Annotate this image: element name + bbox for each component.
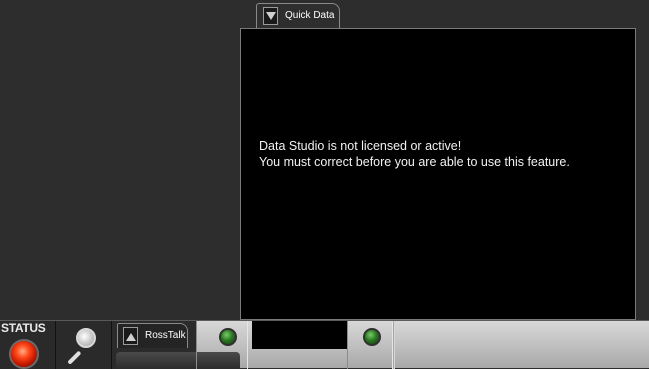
status-section[interactable]: STATUS [0, 321, 56, 369]
led-indicator-icon[interactable] [363, 328, 381, 346]
license-warning-message: Data Studio is not licensed or active! Y… [259, 138, 570, 170]
license-warning-line-2: You must correct before you are able to … [259, 155, 570, 169]
led-cell-2 [347, 321, 393, 369]
license-warning-line-1: Data Studio is not licensed or active! [259, 139, 462, 153]
rosstalk-tab-label: RossTalk [145, 330, 186, 341]
magnifier-icon [76, 328, 96, 348]
bottom-toolbar: STATUS RossTalk [0, 320, 649, 369]
led-cell-1 [196, 321, 248, 369]
tab-quick-data[interactable]: Quick Data [256, 3, 340, 29]
led-indicator-icon[interactable] [219, 328, 237, 346]
toolbar-divider [393, 321, 395, 369]
quick-data-panel: Data Studio is not licensed or active! Y… [240, 28, 636, 320]
black-input-field[interactable] [252, 321, 347, 349]
quick-data-tab-label: Quick Data [285, 10, 335, 21]
collapse-up-arrow-icon[interactable] [123, 327, 138, 345]
status-label: STATUS [1, 321, 46, 335]
status-light-icon[interactable] [9, 339, 39, 369]
search-button[interactable] [56, 321, 112, 369]
tab-rosstalk[interactable]: RossTalk [117, 323, 188, 348]
magnifier-handle [67, 350, 82, 365]
dropdown-arrow-icon[interactable] [263, 7, 278, 25]
